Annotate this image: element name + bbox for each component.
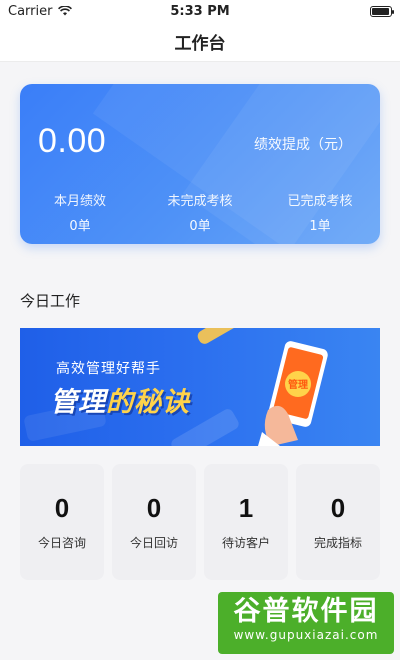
count-value: 0 bbox=[330, 493, 346, 523]
watermark-logo: 谷普软件园 www.gupuxiazai.com bbox=[218, 592, 394, 654]
stat-value: 0单 bbox=[69, 219, 91, 234]
stat-label: 未完成考核 bbox=[167, 194, 233, 209]
today-followup-card[interactable]: 0 今日回访 bbox=[112, 464, 196, 580]
promo-banner[interactable]: 高效管理好帮手 管理的秘诀 管理 bbox=[20, 328, 380, 446]
today-consultation-card[interactable]: 0 今日咨询 bbox=[20, 464, 104, 580]
banner-headline-part2: 的秘诀 bbox=[106, 387, 190, 418]
battery-icon bbox=[370, 5, 394, 17]
phone-badge-text: 管理 bbox=[288, 378, 308, 391]
section-title-today-work: 今日工作 bbox=[20, 292, 81, 310]
pending-visit-customers-card[interactable]: 1 待访客户 bbox=[204, 464, 288, 580]
count-label: 今日咨询 bbox=[37, 536, 86, 550]
work-summary-grid: 0 今日咨询 0 今日回访 1 待访客户 0 完成指标 bbox=[20, 464, 380, 580]
stat-monthly-performance[interactable]: 本月绩效 0单 bbox=[20, 190, 140, 234]
performance-card[interactable]: 0.00 绩效提成（元） 本月绩效 0单 未完成考核 0单 已完成考核 1单 bbox=[20, 84, 380, 244]
count-value: 0 bbox=[146, 493, 162, 523]
phone-in-hand-illustration: 管理 bbox=[258, 340, 336, 446]
watermark-url: www.gupuxiazai.com bbox=[233, 628, 379, 642]
nav-bar: 工作台 bbox=[0, 22, 400, 62]
stat-label: 本月绩效 bbox=[53, 194, 106, 209]
count-label: 完成指标 bbox=[313, 536, 362, 550]
stat-label: 已完成考核 bbox=[287, 194, 353, 209]
watermark-title: 谷普软件园 bbox=[233, 596, 379, 627]
hero-stats: 本月绩效 0单 未完成考核 0单 已完成考核 1单 bbox=[20, 190, 380, 234]
stat-value: 0单 bbox=[189, 219, 211, 234]
carrier-label: Carrier bbox=[8, 3, 53, 19]
battery-fill bbox=[372, 7, 390, 15]
banner-decoration bbox=[195, 328, 255, 347]
count-value: 0 bbox=[54, 493, 70, 523]
wifi-icon bbox=[58, 6, 73, 16]
stat-value: 1单 bbox=[309, 219, 331, 234]
banner-subtitle: 高效管理好帮手 bbox=[56, 361, 161, 377]
count-label: 今日回访 bbox=[129, 536, 178, 550]
page-title: 工作台 bbox=[174, 34, 226, 54]
status-left: Carrier bbox=[8, 3, 73, 19]
status-bar: Carrier 5:33 PM bbox=[0, 0, 400, 22]
commission-amount: 0.00 bbox=[38, 122, 107, 160]
stat-completed-assessment[interactable]: 已完成考核 1单 bbox=[260, 190, 380, 234]
commission-label: 绩效提成（元） bbox=[254, 137, 352, 153]
count-value: 1 bbox=[238, 493, 254, 523]
completed-targets-card[interactable]: 0 完成指标 bbox=[296, 464, 380, 580]
stat-incomplete-assessment[interactable]: 未完成考核 0单 bbox=[140, 190, 260, 234]
count-label: 待访客户 bbox=[221, 536, 270, 550]
banner-headline: 管理的秘诀 bbox=[50, 380, 190, 419]
banner-headline-part1: 管理 bbox=[50, 387, 106, 418]
